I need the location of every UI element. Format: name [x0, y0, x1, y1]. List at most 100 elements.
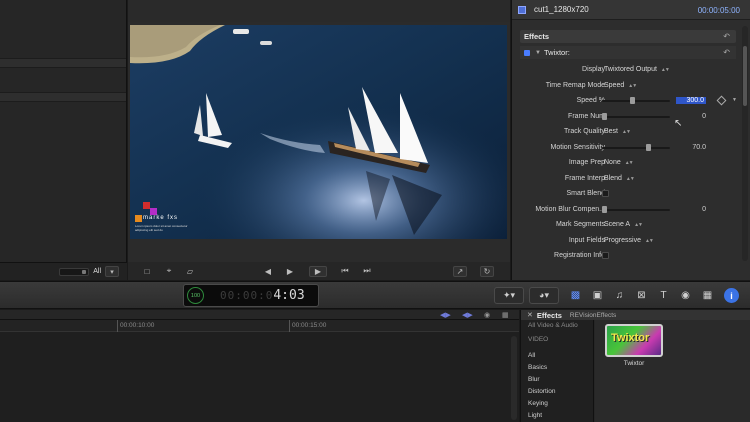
param-popup[interactable]: Twixtored Output ▲▼	[604, 66, 670, 73]
twixtor-effect-thumbnail[interactable]: Twixtor	[605, 324, 663, 357]
watermark-tagline: Lorem ipsum dolor sit amet consectetur a…	[135, 224, 188, 232]
param-value-field[interactable]: 300.0	[676, 97, 706, 104]
param-row: Smart Blend	[512, 188, 737, 200]
category-item[interactable]: All	[528, 352, 535, 359]
param-popup[interactable]: Progressive ▲▼	[604, 237, 654, 244]
retime-icon[interactable]: ◕▾	[529, 287, 559, 304]
titles-icon[interactable]: T	[656, 288, 671, 303]
param-label: Time Remap Mode	[545, 81, 605, 89]
go-end-icon[interactable]: ⏭	[360, 266, 374, 277]
distort-icon[interactable]: ▱	[183, 266, 197, 277]
video-frame[interactable]: marke fxs Lorem ipsum dolor sit amet con…	[130, 25, 507, 239]
effects-browser-header: ✕ Effects REVisionEffects	[521, 310, 750, 320]
param-slider[interactable]	[602, 112, 670, 120]
snapping-icon[interactable]: ▦	[502, 311, 509, 319]
loop-icon[interactable]: ↻	[480, 265, 494, 277]
clip-filter-popup[interactable]: All	[93, 268, 101, 275]
audio-skimming-icon[interactable]: ◉	[484, 311, 490, 319]
reset-icon[interactable]: ↶	[723, 32, 730, 41]
triangle-down-icon[interactable]: ▾	[105, 266, 119, 277]
background-tasks-indicator[interactable]: 100	[187, 287, 204, 304]
slider-knob[interactable]	[630, 97, 636, 104]
viewer-controls: □ ⌖ ▱ ◀ ▶ ▶ ⏮ ⏭ ↗ ↻	[128, 262, 510, 280]
param-popup[interactable]: Speed ▲▼	[604, 82, 637, 89]
effect-enable-checkbox[interactable]	[524, 49, 530, 56]
effects-browser-category: REVisionEffects	[569, 311, 617, 319]
effects-section-header[interactable]: Effects ↶	[520, 30, 736, 43]
category-item[interactable]: Light	[528, 412, 542, 419]
go-start-icon[interactable]: ⏮	[338, 266, 352, 277]
slider-knob[interactable]	[602, 205, 607, 213]
transitions-icon[interactable]: ⊠	[634, 288, 649, 303]
crop-icon[interactable]: ⌖	[162, 266, 176, 277]
disclosure-triangle-icon[interactable]: ▼	[535, 50, 541, 56]
browser-row[interactable]	[0, 58, 126, 68]
themes-icon[interactable]: ▦	[700, 288, 715, 303]
param-row: Display Twixtored Output ▲▼	[512, 64, 737, 76]
category-group-header: VIDEO	[528, 336, 549, 343]
param-checkbox[interactable]	[602, 252, 609, 259]
param-row: Registration Info	[512, 250, 737, 262]
timeline-scrollbar[interactable]	[511, 336, 517, 420]
param-slider[interactable]	[602, 205, 670, 213]
select-tool-icon[interactable]: ✦▾	[494, 287, 524, 304]
clip-duration: 00:00:05:00	[697, 6, 740, 15]
reset-icon[interactable]: ↶	[723, 48, 730, 57]
generators-icon[interactable]: ◉	[678, 288, 693, 303]
inspector-header: cut1_1280x720 00:00:05:00	[512, 0, 750, 20]
photos-icon[interactable]: ▣	[590, 288, 605, 303]
category-item[interactable]: Blur	[528, 376, 540, 383]
effect-header-twixtor[interactable]: ▼ Twixtor: ↶	[520, 46, 736, 59]
param-label: Image Prep	[568, 159, 605, 166]
watermark-brand: marke fxs	[143, 215, 179, 221]
clip-size-slider[interactable]	[59, 267, 90, 276]
category-item[interactable]: Keying	[528, 400, 548, 407]
param-popup[interactable]: Best ▲▼	[604, 128, 631, 135]
popup-arrows-icon: ▲▼	[634, 222, 643, 228]
param-popup[interactable]: Scene A ▲▼	[604, 221, 643, 228]
param-popup-value: Scene A	[604, 221, 631, 228]
param-popup[interactable]: Blend ▲▼	[604, 174, 635, 182]
transform-icon[interactable]: □	[140, 266, 154, 277]
dashboard-timecode[interactable]: 100 00:00:0 4:03	[183, 284, 319, 307]
fullscreen-icon[interactable]: ↗	[453, 265, 467, 277]
browser-row[interactable]	[0, 92, 126, 102]
inspector-scrollbar[interactable]	[742, 26, 748, 261]
next-frame-icon[interactable]: ▶	[283, 266, 297, 277]
param-popup-value: Blend	[604, 174, 622, 182]
slider-knob[interactable]	[602, 112, 607, 120]
prev-frame-icon[interactable]: ◀	[261, 266, 275, 277]
param-row: Motion Blur Compen... 0	[512, 204, 737, 216]
info-icon[interactable]: i	[724, 288, 739, 303]
param-value-field[interactable]: 70.0	[676, 144, 706, 151]
param-row: Input Fields Progressive ▲▼	[512, 235, 737, 247]
param-label: Speed %	[576, 97, 605, 104]
param-label: Frame Interp	[564, 174, 605, 182]
param-label: Frame Num	[568, 112, 605, 120]
category-item[interactable]: Distortion	[528, 388, 555, 395]
music-icon[interactable]: ♫	[612, 288, 627, 303]
category-item[interactable]: All Video & Audio	[528, 322, 578, 329]
param-label: Mark Segments	[555, 221, 605, 228]
ruler-label: 00:00:10:00	[120, 322, 155, 329]
timeline: ◀▶ ◀▶ ◉ ▦ 00:00:10:00 00:00:15:00	[0, 310, 519, 422]
effects-browser-icon[interactable]: ▩	[568, 288, 583, 303]
keyframe-menu-icon[interactable]: ▼	[732, 97, 737, 103]
param-slider[interactable]	[602, 143, 670, 151]
timeline-ruler[interactable]: 00:00:10:00 00:00:15:00	[0, 320, 519, 332]
slider-knob[interactable]	[646, 143, 652, 151]
inspector-panel: cut1_1280x720 00:00:05:00 Effects ↶ ▼ Tw…	[511, 0, 750, 280]
close-icon[interactable]: ✕	[527, 311, 533, 319]
effect-name: Twixtor:	[543, 48, 570, 57]
zoom-out-icon[interactable]: ◀▶	[440, 311, 451, 319]
param-checkbox[interactable]	[602, 190, 609, 197]
param-slider[interactable]	[602, 97, 670, 104]
aerial-sailing-image	[130, 25, 507, 239]
scrollbar-thumb[interactable]	[743, 46, 747, 106]
category-item[interactable]: Basics	[528, 364, 547, 371]
zoom-in-icon[interactable]: ◀▶	[462, 311, 473, 319]
param-popup[interactable]: None ▲▼	[604, 159, 634, 166]
play-icon[interactable]: ▶	[309, 265, 327, 277]
ruler-label: 00:00:15:00	[292, 322, 327, 329]
param-value-field[interactable]: 0	[676, 206, 706, 213]
